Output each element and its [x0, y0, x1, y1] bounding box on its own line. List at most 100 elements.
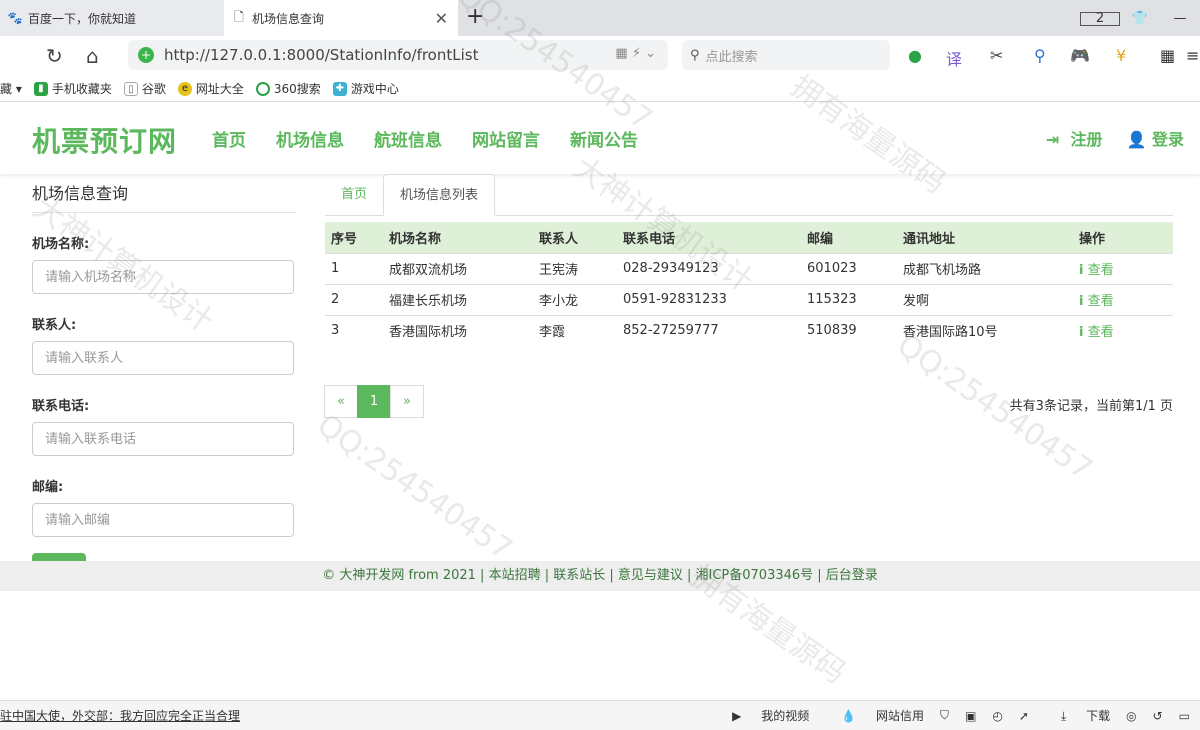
browser-tab-airport[interactable]: 🗋 机场信息查询 ✕ — [224, 0, 458, 36]
nav-messages[interactable]: 网站留言 — [472, 126, 540, 151]
bookmark-favorites[interactable]: 藏 ▾ — [0, 80, 22, 97]
downloads[interactable]: ⤓ 下载 — [1045, 707, 1110, 724]
nav-airport-info[interactable]: 机场信息 — [276, 126, 344, 151]
pager-info: 共有3条记录，当前第1/1 页 — [1009, 399, 1173, 414]
scissors-icon[interactable]: ✂ — [990, 46, 1003, 65]
cell-postcode: 601023 — [801, 252, 897, 284]
field-label: 机场名称: — [32, 237, 90, 252]
skin-shirt-icon[interactable]: 👕 — [1120, 11, 1160, 26]
cell-phone: 852-27259777 — [617, 314, 801, 346]
bookmark-hao123[interactable]: e 网址大全 — [177, 80, 244, 97]
register-link[interactable]: ⇥ 注册 — [1046, 126, 1103, 150]
field-airport-name: 机场名称: — [32, 233, 296, 294]
table-row: 1 成都双流机场 王宪涛 028-29349123 601023 成都飞机场路 … — [325, 252, 1173, 284]
pager-prev[interactable]: « — [324, 385, 358, 418]
col-postcode: 邮编 — [801, 222, 897, 253]
refresh-icon[interactable]: ↺ — [1153, 709, 1163, 723]
table-row: 2 福建长乐机场 李小龙 0591-92831233 115323 发啊 i 查… — [325, 283, 1173, 315]
sign-in-icon: ⇥ — [1045, 130, 1060, 149]
auth-links: ⇥ 注册 👤 登录 — [1022, 126, 1184, 150]
search-icon: ⚲ — [690, 47, 700, 63]
pager-next[interactable]: » — [390, 385, 424, 418]
col-phone: 联系电话 — [617, 222, 801, 253]
postcode-input[interactable] — [32, 503, 294, 537]
site-credit[interactable]: 💧 网站信用 — [825, 707, 924, 724]
table-row: 3 香港国际机场 李霞 852-27259777 510839 香港国际路10号… — [325, 314, 1173, 346]
phone-icon: ▮ — [33, 81, 48, 96]
field-label: 邮编: — [32, 480, 64, 495]
col-contact: 联系人 — [533, 222, 617, 253]
history-icon[interactable]: ◴ — [992, 709, 1002, 723]
puzzle-icon: ✚ — [332, 81, 347, 96]
col-address: 通讯地址 — [897, 222, 1073, 253]
tab-airport-list[interactable]: 机场信息列表 — [383, 174, 496, 216]
minimize-icon[interactable]: — — [1160, 11, 1200, 26]
play-icon: ▶ — [732, 709, 742, 723]
tab-title: 机场信息查询 — [252, 11, 325, 26]
field-phone: 联系电话: — [32, 395, 296, 456]
contact-input[interactable] — [32, 341, 294, 375]
rocket-icon[interactable]: ➚ — [1019, 709, 1029, 723]
menu-icon[interactable]: ≡ — [1186, 46, 1199, 65]
image-icon[interactable]: ▣ — [965, 709, 976, 723]
airport-name-input[interactable] — [32, 260, 294, 294]
nav-home[interactable]: 首页 — [212, 126, 246, 151]
news-ticker[interactable]: 驻中国大使，外交部：我方回应完全正当合理 — [0, 707, 240, 724]
browser-tab-bar: 🐾 百度一下，你就知道 🗋 机场信息查询 ✕ + 2 👕 — — [0, 0, 1200, 36]
cell-airport-name: 成都双流机场 — [383, 252, 533, 284]
magnifier-icon[interactable]: ⚲ — [1034, 46, 1046, 65]
site-footer[interactable]: © 大神开发网 from 2021 | 本站招聘 | 联系站长 | 意见与建议 … — [0, 561, 1200, 591]
content-tabs: 首页 机场信息列表 — [325, 174, 1173, 216]
window-count-icon[interactable]: 2 — [1080, 11, 1120, 26]
view-link[interactable]: i 查看 — [1073, 252, 1173, 284]
translate-icon[interactable]: 译 — [946, 46, 962, 70]
address-bar[interactable]: + http://127.0.0.1:8000/StationInfo/fron… — [128, 40, 668, 70]
pager-current[interactable]: 1 — [357, 385, 391, 418]
bookmark-360search[interactable]: 360搜索 — [255, 80, 321, 97]
bookmark-mobile[interactable]: ▮ 手机收藏夹 — [33, 80, 112, 97]
view-link[interactable]: i 查看 — [1073, 314, 1173, 346]
info-icon: i — [1079, 263, 1084, 278]
my-videos[interactable]: ▶ 我的视频 — [716, 707, 809, 724]
view-link[interactable]: i 查看 — [1073, 283, 1173, 315]
info-icon: i — [1079, 325, 1084, 341]
extension-green-icon[interactable]: ● — [908, 46, 922, 65]
cell-contact: 王宪涛 — [533, 252, 617, 284]
shield-icon[interactable]: ⛉ — [940, 708, 949, 723]
browser-status-bar: 驻中国大使，外交部：我方回应完全正当合理 ▶ 我的视频 💧 网站信用 ⛉ ▣ ◴… — [0, 700, 1200, 730]
page-icon: ▯ — [123, 81, 138, 96]
bookmarks-bar: 藏 ▾ ▮ 手机收藏夹 ▯ 谷歌 e 网址大全 360搜索 ✚ 游戏中心 — [0, 76, 1200, 102]
reload-icon[interactable]: ↻ — [46, 44, 63, 68]
phone-input[interactable] — [32, 422, 294, 456]
site-logo[interactable]: 机票预订网 — [32, 120, 177, 160]
home-icon[interactable]: ⌂ — [86, 44, 99, 68]
nav-news[interactable]: 新闻公告 — [570, 126, 638, 151]
game-controller-icon[interactable]: 🎮 — [1070, 46, 1090, 65]
search-placeholder: 点此搜索 — [705, 49, 758, 65]
browser-tab-baidu[interactable]: 🐾 百度一下，你就知道 — [0, 0, 224, 36]
window-controls: 2 👕 — — [1080, 0, 1200, 36]
col-index: 序号 — [325, 222, 383, 253]
login-link[interactable]: 👤 登录 — [1126, 126, 1184, 150]
tab-title: 百度一下，你就知道 — [28, 11, 137, 26]
security-shield-icon: + — [138, 47, 154, 63]
bookmark-games[interactable]: ✚ 游戏中心 — [332, 80, 399, 97]
new-tab-plus-icon[interactable]: + — [466, 4, 484, 29]
sidebar-title: 机场信息查询 — [32, 180, 296, 213]
airport-table: 序号 机场名称 联系人 联系电话 邮编 通讯地址 操作 1 成都双流机场 王宪涛… — [325, 222, 1173, 346]
bookmark-google[interactable]: ▯ 谷歌 — [123, 80, 166, 97]
main-nav: 首页 机场信息 航班信息 网站留言 新闻公告 — [212, 126, 668, 151]
tab-home[interactable]: 首页 — [325, 174, 383, 215]
field-contact: 联系人: — [32, 314, 296, 375]
search-box[interactable]: ⚲ 点此搜索 — [682, 40, 890, 70]
speaker-icon[interactable]: ◎ — [1126, 709, 1136, 723]
window-icon[interactable]: ▭ — [1179, 709, 1190, 723]
apps-grid-icon[interactable]: ▦ — [1160, 46, 1175, 65]
col-action: 操作 — [1073, 222, 1173, 253]
nav-flight-info[interactable]: 航班信息 — [374, 126, 442, 151]
browser-nav-bar: ↻ ⌂ + http://127.0.0.1:8000/StationInfo/… — [0, 36, 1200, 76]
close-icon[interactable]: ✕ — [435, 9, 448, 28]
coin-icon[interactable]: ¥ — [1116, 46, 1126, 65]
field-postcode: 邮编: — [32, 476, 296, 537]
watermark: QQ:254540457 — [310, 407, 519, 568]
